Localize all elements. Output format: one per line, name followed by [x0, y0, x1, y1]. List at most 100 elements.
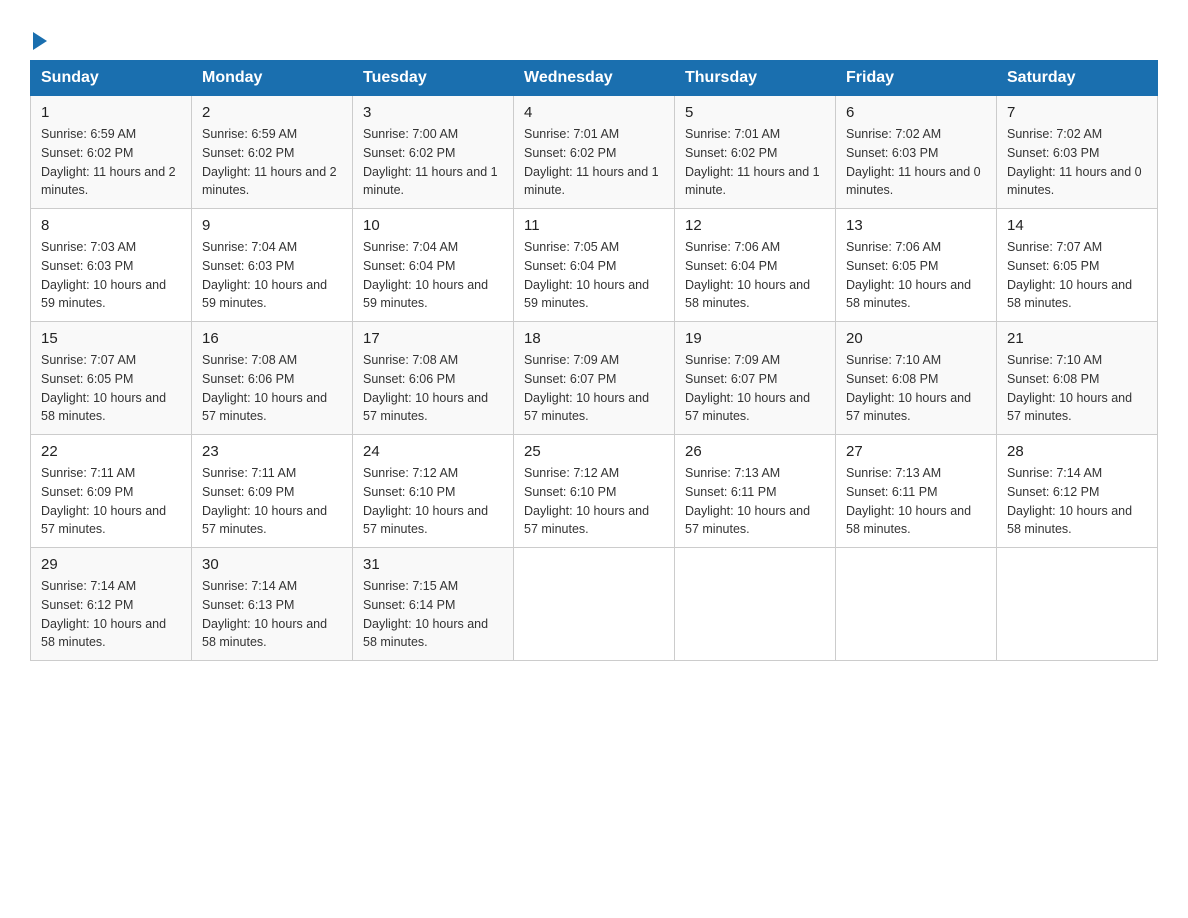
day-number: 18: [524, 330, 664, 347]
day-number: 24: [363, 443, 503, 460]
calendar-cell: 7Sunrise: 7:02 AMSunset: 6:03 PMDaylight…: [997, 96, 1158, 209]
calendar-cell: 30 Sunrise: 7:14 AMSunset: 6:13 PMDayligh…: [192, 548, 353, 661]
day-info: Sunrise: 7:07 AMSunset: 6:05 PMDaylight:…: [1007, 238, 1147, 313]
calendar-cell: 29Sunrise: 7:14 AMSunset: 6:12 PMDayligh…: [31, 548, 192, 661]
calendar-cell: 27Sunrise: 7:13 AMSunset: 6:11 PMDayligh…: [836, 435, 997, 548]
logo-triangle-icon: [33, 32, 47, 50]
weekday-header-sunday: Sunday: [31, 61, 192, 96]
day-number: 26: [685, 443, 825, 460]
calendar-week-row: 1 Sunrise: 6:59 AMSunset: 6:02 PMDaylight…: [31, 96, 1158, 209]
day-info: Sunrise: 7:12 AMSunset: 6:10 PMDaylight:…: [363, 464, 503, 539]
day-number: 12: [685, 217, 825, 234]
calendar-cell: 31 Sunrise: 7:15 AMSunset: 6:14 PMDayligh…: [353, 548, 514, 661]
day-info: Sunrise: 7:02 AMSunset: 6:03 PMDaylight:…: [846, 125, 986, 200]
calendar-week-row: 29Sunrise: 7:14 AMSunset: 6:12 PMDayligh…: [31, 548, 1158, 661]
calendar-cell: 2 Sunrise: 6:59 AMSunset: 6:02 PMDaylight…: [192, 96, 353, 209]
day-info: Sunrise: 6:59 AMSunset: 6:02 PMDaylight:…: [41, 125, 181, 200]
day-number: 23: [202, 443, 342, 460]
weekday-header-saturday: Saturday: [997, 61, 1158, 96]
page-header: [30, 20, 1158, 50]
calendar-cell: 6 Sunrise: 7:02 AMSunset: 6:03 PMDaylight…: [836, 96, 997, 209]
day-number: 10: [363, 217, 503, 234]
day-number: 21: [1007, 330, 1147, 347]
day-number: 16: [202, 330, 342, 347]
calendar-week-row: 22 Sunrise: 7:11 AMSunset: 6:09 PMDayligh…: [31, 435, 1158, 548]
day-info: Sunrise: 7:11 AMSunset: 6:09 PMDaylight:…: [41, 464, 181, 539]
calendar-cell: 25 Sunrise: 7:12 AMSunset: 6:10 PMDayligh…: [514, 435, 675, 548]
calendar-cell: 3 Sunrise: 7:00 AMSunset: 6:02 PMDaylight…: [353, 96, 514, 209]
day-info: Sunrise: 7:14 AMSunset: 6:12 PMDaylight:…: [41, 577, 181, 652]
calendar-cell: 24 Sunrise: 7:12 AMSunset: 6:10 PMDayligh…: [353, 435, 514, 548]
day-number: 19: [685, 330, 825, 347]
calendar-cell: 17 Sunrise: 7:08 AMSunset: 6:06 PMDayligh…: [353, 322, 514, 435]
calendar-cell: 11 Sunrise: 7:05 AMSunset: 6:04 PMDayligh…: [514, 209, 675, 322]
day-number: 11: [524, 217, 664, 234]
calendar-cell: 10 Sunrise: 7:04 AMSunset: 6:04 PMDayligh…: [353, 209, 514, 322]
day-info: Sunrise: 7:10 AMSunset: 6:08 PMDaylight:…: [846, 351, 986, 426]
calendar-cell: 5 Sunrise: 7:01 AMSunset: 6:02 PMDaylight…: [675, 96, 836, 209]
day-number: 28: [1007, 443, 1147, 460]
day-info: Sunrise: 7:14 AMSunset: 6:13 PMDaylight:…: [202, 577, 342, 652]
calendar-cell: 9 Sunrise: 7:04 AMSunset: 6:03 PMDaylight…: [192, 209, 353, 322]
weekday-header-wednesday: Wednesday: [514, 61, 675, 96]
day-info: Sunrise: 7:15 AMSunset: 6:14 PMDaylight:…: [363, 577, 503, 652]
day-info: Sunrise: 7:12 AMSunset: 6:10 PMDaylight:…: [524, 464, 664, 539]
calendar-cell: 8 Sunrise: 7:03 AMSunset: 6:03 PMDaylight…: [31, 209, 192, 322]
day-number: 31: [363, 556, 503, 573]
day-info: Sunrise: 7:01 AMSunset: 6:02 PMDaylight:…: [685, 125, 825, 200]
day-info: Sunrise: 7:08 AMSunset: 6:06 PMDaylight:…: [363, 351, 503, 426]
day-number: 25: [524, 443, 664, 460]
logo: [30, 20, 47, 50]
weekday-header-tuesday: Tuesday: [353, 61, 514, 96]
calendar-cell: [675, 548, 836, 661]
day-number: 30: [202, 556, 342, 573]
day-number: 6: [846, 104, 986, 121]
day-info: Sunrise: 7:04 AMSunset: 6:04 PMDaylight:…: [363, 238, 503, 313]
day-info: Sunrise: 7:09 AMSunset: 6:07 PMDaylight:…: [524, 351, 664, 426]
calendar-cell: 20Sunrise: 7:10 AMSunset: 6:08 PMDayligh…: [836, 322, 997, 435]
day-number: 4: [524, 104, 664, 121]
day-number: 2: [202, 104, 342, 121]
day-number: 13: [846, 217, 986, 234]
calendar-cell: 15Sunrise: 7:07 AMSunset: 6:05 PMDayligh…: [31, 322, 192, 435]
calendar-cell: 21 Sunrise: 7:10 AMSunset: 6:08 PMDayligh…: [997, 322, 1158, 435]
day-info: Sunrise: 7:10 AMSunset: 6:08 PMDaylight:…: [1007, 351, 1147, 426]
calendar-cell: 4Sunrise: 7:01 AMSunset: 6:02 PMDaylight…: [514, 96, 675, 209]
day-info: Sunrise: 6:59 AMSunset: 6:02 PMDaylight:…: [202, 125, 342, 200]
day-info: Sunrise: 7:02 AMSunset: 6:03 PMDaylight:…: [1007, 125, 1147, 200]
calendar-week-row: 8 Sunrise: 7:03 AMSunset: 6:03 PMDaylight…: [31, 209, 1158, 322]
day-number: 1: [41, 104, 181, 121]
day-number: 15: [41, 330, 181, 347]
day-info: Sunrise: 7:05 AMSunset: 6:04 PMDaylight:…: [524, 238, 664, 313]
calendar-cell: 28 Sunrise: 7:14 AMSunset: 6:12 PMDayligh…: [997, 435, 1158, 548]
day-number: 14: [1007, 217, 1147, 234]
day-number: 5: [685, 104, 825, 121]
day-info: Sunrise: 7:03 AMSunset: 6:03 PMDaylight:…: [41, 238, 181, 313]
calendar-cell: 1 Sunrise: 6:59 AMSunset: 6:02 PMDaylight…: [31, 96, 192, 209]
calendar-cell: [514, 548, 675, 661]
day-info: Sunrise: 7:04 AMSunset: 6:03 PMDaylight:…: [202, 238, 342, 313]
day-number: 3: [363, 104, 503, 121]
calendar-week-row: 15Sunrise: 7:07 AMSunset: 6:05 PMDayligh…: [31, 322, 1158, 435]
calendar-cell: 14 Sunrise: 7:07 AMSunset: 6:05 PMDayligh…: [997, 209, 1158, 322]
day-info: Sunrise: 7:08 AMSunset: 6:06 PMDaylight:…: [202, 351, 342, 426]
day-number: 9: [202, 217, 342, 234]
day-number: 22: [41, 443, 181, 460]
day-info: Sunrise: 7:06 AMSunset: 6:04 PMDaylight:…: [685, 238, 825, 313]
day-number: 17: [363, 330, 503, 347]
day-info: Sunrise: 7:00 AMSunset: 6:02 PMDaylight:…: [363, 125, 503, 200]
day-info: Sunrise: 7:13 AMSunset: 6:11 PMDaylight:…: [846, 464, 986, 539]
weekday-header-thursday: Thursday: [675, 61, 836, 96]
calendar-cell: 19Sunrise: 7:09 AMSunset: 6:07 PMDayligh…: [675, 322, 836, 435]
calendar-cell: 22 Sunrise: 7:11 AMSunset: 6:09 PMDayligh…: [31, 435, 192, 548]
calendar-cell: 13Sunrise: 7:06 AMSunset: 6:05 PMDayligh…: [836, 209, 997, 322]
day-info: Sunrise: 7:13 AMSunset: 6:11 PMDaylight:…: [685, 464, 825, 539]
day-number: 8: [41, 217, 181, 234]
weekday-header-row: SundayMondayTuesdayWednesdayThursdayFrid…: [31, 61, 1158, 96]
calendar-cell: 16 Sunrise: 7:08 AMSunset: 6:06 PMDayligh…: [192, 322, 353, 435]
calendar-cell: 12 Sunrise: 7:06 AMSunset: 6:04 PMDayligh…: [675, 209, 836, 322]
calendar-cell: 23Sunrise: 7:11 AMSunset: 6:09 PMDayligh…: [192, 435, 353, 548]
calendar-cell: [997, 548, 1158, 661]
day-info: Sunrise: 7:14 AMSunset: 6:12 PMDaylight:…: [1007, 464, 1147, 539]
calendar-table: SundayMondayTuesdayWednesdayThursdayFrid…: [30, 60, 1158, 661]
